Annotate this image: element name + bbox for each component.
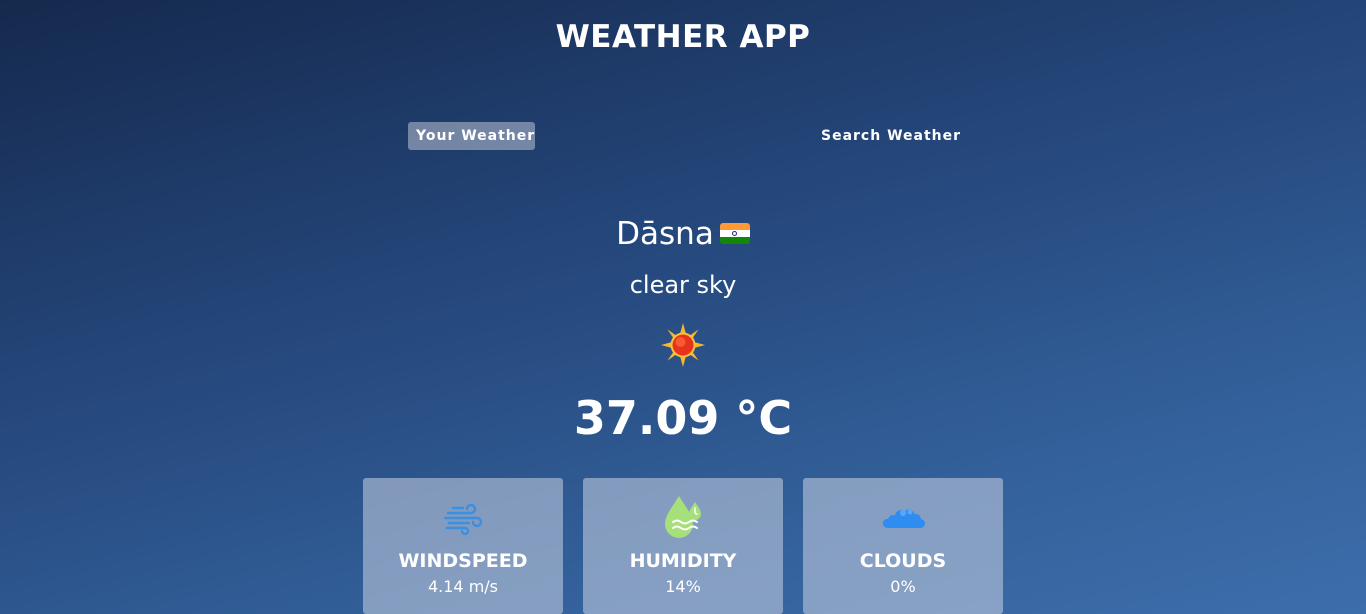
tab-your-weather[interactable]: Your Weather xyxy=(408,122,535,150)
clouds-icon xyxy=(879,494,927,542)
clouds-label: CLOUDS xyxy=(859,550,947,572)
windspeed-card: WINDSPEED 4.14 m/s xyxy=(363,478,563,614)
weather-description: clear sky xyxy=(629,271,737,299)
tab-bar: Your Weather Search Weather xyxy=(0,122,1366,150)
humidity-icon xyxy=(659,494,707,542)
humidity-value: 14% xyxy=(665,577,701,596)
sun-icon xyxy=(660,322,706,368)
humidity-card: HUMIDITY 14% xyxy=(583,478,783,614)
clouds-card: CLOUDS 0% xyxy=(803,478,1003,614)
stats-panel: WINDSPEED 4.14 m/s HUMIDITY 14% CLOUDS 0… xyxy=(363,478,1003,614)
windspeed-label: WINDSPEED xyxy=(398,550,528,572)
india-flag-icon xyxy=(719,223,750,244)
city-name: Dāsna xyxy=(616,216,714,252)
app-title: WEATHER APP xyxy=(555,19,811,55)
wind-icon xyxy=(439,494,487,542)
location-heading: Dāsna xyxy=(0,212,1366,256)
tab-search-weather[interactable]: Search Weather xyxy=(813,122,963,150)
windspeed-value: 4.14 m/s xyxy=(427,577,499,596)
clouds-value: 0% xyxy=(890,577,916,596)
temperature: 37.09 °C xyxy=(573,391,793,445)
humidity-label: HUMIDITY xyxy=(629,550,737,572)
